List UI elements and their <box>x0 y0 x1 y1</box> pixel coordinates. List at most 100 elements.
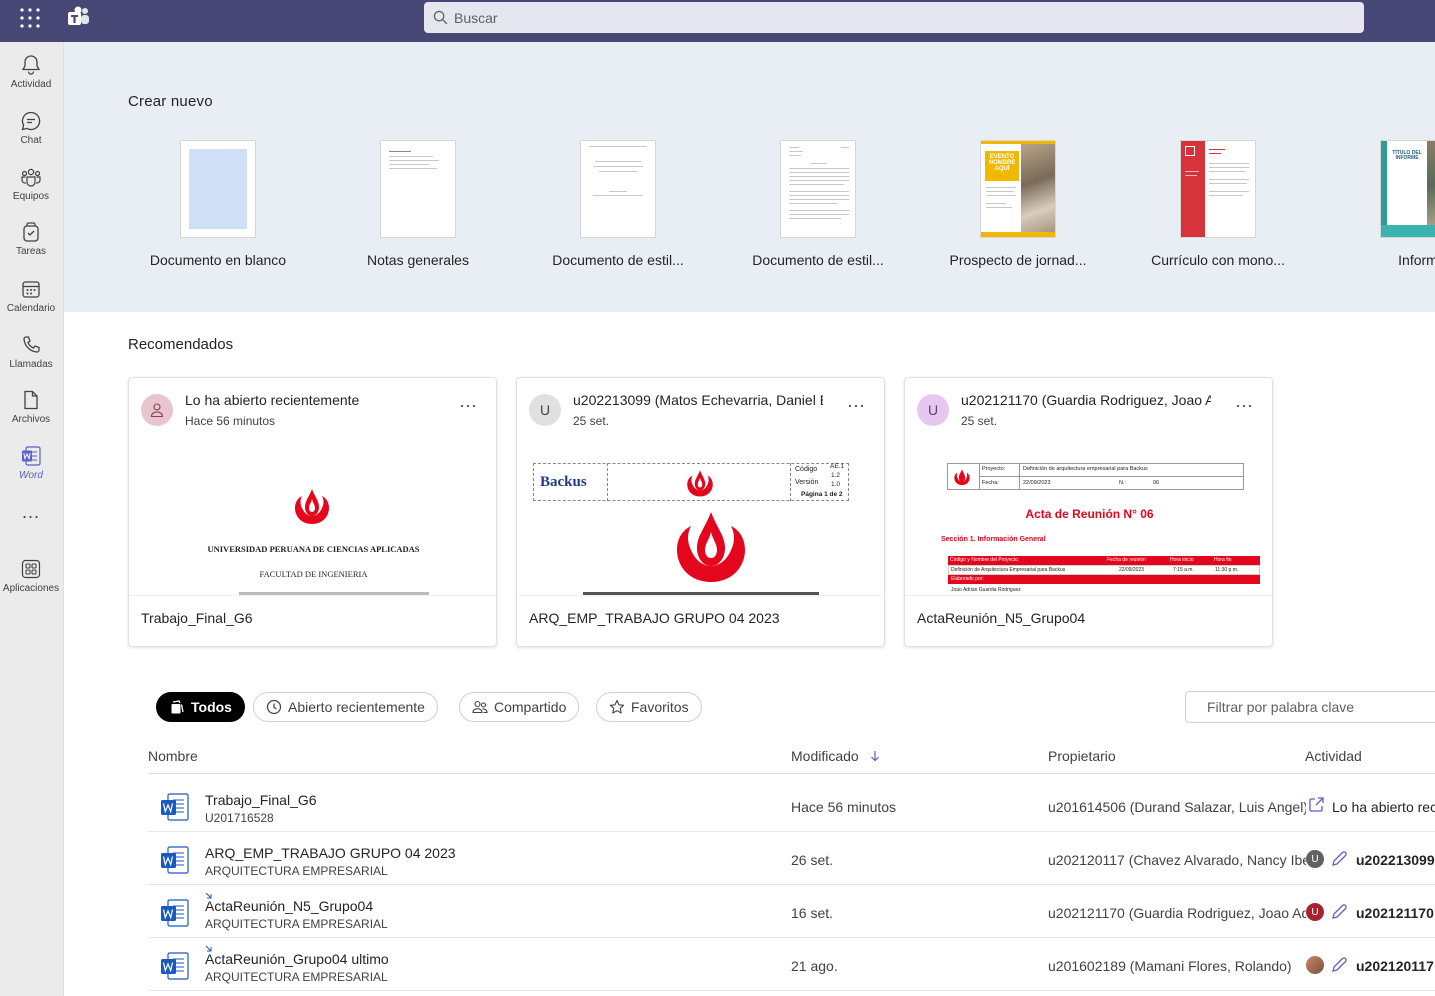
template-name: Currículo con mono... <box>1151 252 1285 268</box>
preview-td-project: Definición de Arquitectura Empresarial p… <box>951 567 1066 573</box>
template-blank-document[interactable]: Documento en blanco <box>123 140 313 268</box>
table-row[interactable]: ActaReunión_N5_Grupo04 ARQUITECTURA EMPR… <box>148 885 1435 938</box>
template-report[interactable]: TÍTULO DEL INFORME Inform <box>1323 140 1435 268</box>
rail-item-teams[interactable]: Equipos <box>0 164 62 216</box>
template-name: Documento en blanco <box>149 252 287 268</box>
template-thumbnail: EVENTO NOMBRE AQUÍ <box>980 140 1056 238</box>
column-header-activity[interactable]: Actividad <box>1305 748 1362 764</box>
filter-favorites[interactable]: Favoritos <box>596 692 702 722</box>
table-row[interactable]: ActaReunión_Grupo04 ultimo ARQUITECTURA … <box>148 938 1435 991</box>
more-options-button[interactable]: ··· <box>459 396 477 414</box>
table-row[interactable]: ARQ_EMP_TRABAJO GRUPO 04 2023 ARQUITECTU… <box>148 832 1435 885</box>
card-activity: Lo ha abierto recientemente <box>185 392 360 408</box>
top-bar <box>0 0 1435 42</box>
file-name[interactable]: ActaReunión_Grupo04 ultimo <box>205 951 389 967</box>
report-heading: TÍTULO DEL INFORME <box>1387 147 1427 227</box>
template-event-flyer[interactable]: EVENTO NOMBRE AQUÍ Prospecto de jornad..… <box>923 140 1113 268</box>
edit-pencil-icon <box>1332 957 1347 972</box>
preview-project-value: Definición de arquitectura empresarial p… <box>1023 466 1148 472</box>
rail-item-calls[interactable]: Llamadas <box>0 332 62 384</box>
activity-avatar: U <box>1306 850 1324 868</box>
open-external-icon <box>1309 797 1324 812</box>
template-name: Inform <box>1398 252 1435 268</box>
template-general-notes[interactable]: Notas generales <box>323 140 513 268</box>
file-name[interactable]: ActaReunión_N5_Grupo04 <box>205 898 373 914</box>
rail-item-activity[interactable]: Actividad <box>0 52 62 104</box>
keyword-filter-input[interactable] <box>1185 691 1435 723</box>
rail-item-label: Actividad <box>10 79 52 90</box>
file-owner: u201602189 (Mamani Flores, Rolando) <box>1048 958 1292 974</box>
preview-td-date: 22/09/2023 <box>1119 567 1145 573</box>
clock-icon <box>266 699 282 715</box>
file-name[interactable]: Trabajo_Final_G6 <box>205 792 317 808</box>
template-style-document-2[interactable]: Documento de estil... <box>723 140 913 268</box>
chip-label: Todos <box>191 699 232 715</box>
template-style-document-1[interactable]: Documento de estil... <box>523 140 713 268</box>
file-table-header: Nombre Modificado Propietario Actividad <box>148 738 1435 774</box>
template-name: Notas generales <box>367 252 469 268</box>
activity-avatar-photo <box>1306 956 1324 974</box>
rail-item-files[interactable]: Archivos <box>0 387 62 439</box>
table-row[interactable]: Trabajo_Final_G6 U201716528 Hace 56 minu… <box>148 779 1435 832</box>
search-input[interactable] <box>454 9 1334 26</box>
word-file-icon <box>161 793 189 821</box>
teams-logo-icon[interactable] <box>67 5 91 29</box>
upc-logo-icon <box>687 470 713 497</box>
rail-item-label: Chat <box>20 135 42 146</box>
more-apps-button[interactable]: ... <box>0 502 62 523</box>
preview-th-date: Fecha de reunión <box>1107 557 1146 563</box>
template-thumbnail <box>580 140 656 238</box>
template-resume-monogram[interactable]: Currículo con mono... <box>1123 140 1313 268</box>
rail-item-calendar[interactable]: Calendario <box>0 276 62 328</box>
file-modified: 16 set. <box>791 905 834 921</box>
upc-logo-large-icon <box>677 512 745 582</box>
column-header-owner[interactable]: Propietario <box>1048 748 1116 764</box>
recommended-card[interactable]: U u202213099 (Matos Echevarria, Daniel E… <box>516 377 885 647</box>
more-options-button[interactable]: ··· <box>847 396 865 414</box>
people-icon <box>472 700 488 714</box>
more-options-button[interactable]: ··· <box>1235 396 1253 414</box>
column-header-modified[interactable]: Modificado <box>791 748 859 764</box>
app-launcher-icon[interactable] <box>19 7 41 29</box>
template-thumbnail <box>180 140 256 238</box>
file-activity: u202120117 <box>1356 958 1434 974</box>
filter-all[interactable]: Todos <box>156 692 245 722</box>
word-file-icon <box>161 846 189 874</box>
recommended-card[interactable]: U u202121170 (Guardia Rodriguez, Joao Ad… <box>904 377 1273 647</box>
preview-value-2: 1.0 <box>831 481 841 488</box>
file-owner: u202120117 (Chavez Alvarado, Nancy Ibe <box>1048 852 1306 868</box>
template-name: Documento de estil... <box>552 252 684 268</box>
card-file-name: ARQ_EMP_TRABAJO GRUPO 04 2023 <box>529 610 780 626</box>
upc-logo-icon <box>295 489 329 524</box>
rail-item-label: Tareas <box>15 246 46 257</box>
tasks-icon <box>23 222 39 242</box>
app-rail: Actividad Chat Equipos Tareas Calendario… <box>0 42 64 996</box>
rail-item-label: Calendario <box>6 303 56 314</box>
rail-item-apps[interactable]: Aplicaciones <box>0 556 62 608</box>
rail-item-word[interactable]: Word <box>0 443 62 495</box>
sort-down-icon[interactable] <box>870 750 880 762</box>
rail-item-label: Aplicaciones <box>2 583 60 594</box>
preview-prepared-by: Elaborado por: <box>951 576 984 582</box>
search-icon <box>433 10 448 25</box>
file-owner: u202121170 (Guardia Rodriguez, Joao Ad <box>1048 905 1306 921</box>
file-activity: u202213099 <box>1356 852 1435 868</box>
rail-item-chat[interactable]: Chat <box>0 108 62 160</box>
preview-prepared-name: Joao Adrian Guardia Rodriguez <box>951 587 1021 593</box>
chip-label: Favoritos <box>631 699 689 715</box>
preview-date-key: Fecha: <box>982 480 999 486</box>
avatar: U <box>529 394 561 426</box>
file-name[interactable]: ARQ_EMP_TRABAJO GRUPO 04 2023 <box>205 845 456 861</box>
search-box[interactable] <box>424 2 1364 33</box>
filter-recent[interactable]: Abierto recientemente <box>253 692 438 722</box>
avatar <box>141 394 173 426</box>
edit-pencil-icon <box>1332 904 1347 919</box>
document-preview: UNIVERSIDAD PERUANA DE CIENCIAS APLICADA… <box>129 442 496 596</box>
column-header-name[interactable]: Nombre <box>148 748 198 764</box>
rail-item-label: Word <box>19 470 43 481</box>
recommended-card[interactable]: Lo ha abierto recientemente Hace 56 minu… <box>128 377 497 647</box>
filter-shared[interactable]: Compartido <box>459 692 580 722</box>
rail-item-tasks[interactable]: Tareas <box>0 219 62 271</box>
person-icon <box>150 403 164 418</box>
preview-th-end: Hora fin <box>1214 557 1232 563</box>
